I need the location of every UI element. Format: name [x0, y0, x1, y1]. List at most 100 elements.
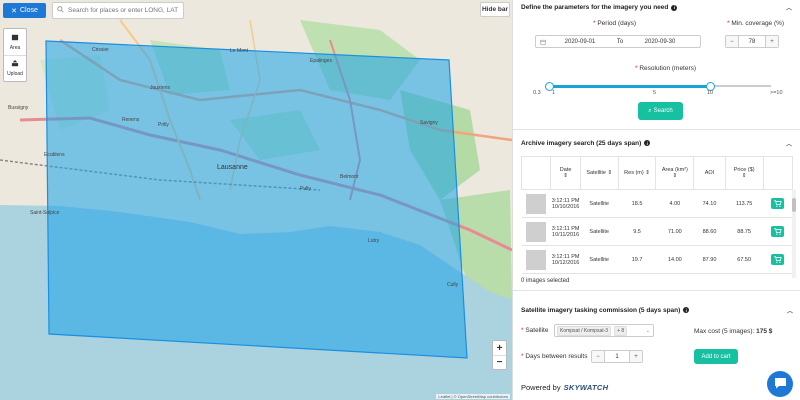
sort-icon[interactable]: ⇕ [607, 170, 612, 176]
max-cost-label: Max cost (5 images): [694, 328, 755, 335]
chevron-up-icon[interactable]: ︿ [786, 3, 792, 12]
add-to-cart-button[interactable] [771, 226, 785, 237]
close-icon: ✕ [11, 7, 17, 15]
row-area: 14.00 [655, 245, 694, 274]
chevron-up-icon[interactable]: ︿ [786, 139, 792, 148]
scrollbar-thumb[interactable] [792, 198, 796, 212]
selected-count: 0 images selected [521, 278, 570, 284]
sort-icon[interactable]: ⇕ [673, 173, 678, 179]
days-label: * Days between results [521, 353, 588, 360]
col-aoi-label: AOI [704, 170, 715, 176]
row-area: 4.00 [655, 189, 694, 218]
satellite-more-chip[interactable]: + 8 [614, 325, 628, 336]
search-icon: ⌕ [648, 107, 652, 114]
hide-bar-button[interactable]: Hide bar [480, 2, 510, 17]
search-input[interactable] [68, 7, 180, 14]
skywatch-logo[interactable]: SKYWATCH [564, 383, 609, 392]
area-tool-label: Area [9, 44, 21, 51]
side-panel: Define the parameters for the imagery yo… [512, 0, 800, 400]
satellite-chip[interactable]: Kompsat / Kompsat-3 [557, 325, 612, 336]
sort-icon[interactable]: ⇕ [742, 173, 747, 179]
col-area[interactable]: Area (km²) ⇕ [655, 156, 695, 190]
resolution-label: * Resolution (meters) [635, 65, 697, 72]
col-res[interactable]: Res (m) ⇕ [617, 156, 657, 190]
archive-header[interactable]: Archive imagery search (25 days span) i … [513, 130, 800, 156]
powered-by: Powered by SKYWATCH [521, 383, 608, 392]
upload-tool[interactable]: Upload [4, 55, 26, 81]
days-increment[interactable]: + [630, 351, 642, 362]
resolution-max: >=10 [770, 90, 783, 96]
chat-button[interactable] [767, 371, 793, 397]
tasking-header[interactable]: Satellite imagery tasking commission (5 … [513, 304, 800, 316]
zoom-control: + − [492, 340, 507, 370]
days-value[interactable]: 1 [604, 351, 630, 362]
date-range-picker[interactable]: 2020-09-01 To 2020-09-30 [535, 35, 701, 48]
info-icon[interactable]: i [671, 4, 678, 11]
thumbnail[interactable] [526, 193, 547, 214]
resolution-slider[interactable] [545, 81, 771, 91]
resolution-label-text: Resolution (meters) [639, 65, 697, 72]
row-price: 67.50 [725, 245, 764, 274]
table-scrollbar[interactable] [792, 190, 796, 278]
row-date: 3:12:11 PM 10/10/2016 [550, 189, 581, 218]
col-satellite[interactable]: Satellite ⇕ [579, 156, 619, 190]
row-res: 9.5 [618, 217, 656, 246]
map-attribution[interactable]: Leaflet | © OpenStreetMap contributors [436, 394, 510, 399]
table-row[interactable]: 3:12:11 PM 10/11/2016 Satellite 9.5 71.00… [521, 217, 793, 246]
chevron-down-icon[interactable]: ⌄ [646, 328, 650, 334]
date-to[interactable]: 2020-09-30 [630, 39, 690, 45]
row-price: 88.75 [725, 217, 764, 246]
thumbnail[interactable] [526, 221, 547, 242]
search-button-label: Search [653, 108, 673, 114]
days-label-text: Days between results [525, 353, 588, 360]
cart-icon [773, 228, 782, 235]
chat-icon [774, 377, 787, 391]
map-view[interactable]: Crissier Renens Prilly Lausanne Ecublens… [0, 0, 512, 400]
coverage-decrement[interactable]: − [726, 36, 738, 47]
col-aoi[interactable]: AOI [693, 156, 726, 190]
info-icon[interactable]: i [644, 140, 651, 146]
table-row[interactable]: 3:12:11 PM 10/10/2016 Satellite 18.5 4.00… [521, 189, 793, 218]
map-tiles[interactable] [0, 0, 512, 400]
col-thumb [520, 156, 552, 190]
table-row[interactable]: 3:12:11 PM 10/12/2016 Satellite 19.7 14.0… [521, 245, 793, 274]
row-res: 18.5 [618, 189, 656, 218]
add-to-cart-button[interactable]: Add to cart [694, 349, 738, 364]
draw-toolbar: Area Upload [3, 28, 27, 82]
chevron-up-icon[interactable]: ︿ [787, 306, 793, 315]
calendar-icon [536, 39, 550, 45]
parameters-title: Define the parameters for the imagery yo… [521, 4, 669, 11]
area-tool[interactable]: Area [4, 29, 26, 55]
thumbnail[interactable] [526, 249, 547, 270]
parameters-header[interactable]: Define the parameters for the imagery yo… [513, 0, 800, 12]
row-date: 3:12:11 PM 10/11/2016 [550, 217, 581, 246]
resolution-tick: 10 [707, 90, 714, 96]
coverage-value[interactable]: 78 [738, 36, 766, 47]
search-button[interactable]: ⌕ Search [638, 102, 683, 120]
close-button-label: Close [19, 7, 38, 14]
col-price[interactable]: Price ($) ⇕ [724, 156, 764, 190]
sort-icon[interactable]: ⇕ [645, 170, 650, 176]
coverage-increment[interactable]: + [766, 36, 778, 47]
col-date[interactable]: Date ⇕ [550, 156, 581, 190]
location-search[interactable] [52, 2, 184, 19]
period-label-text: Period (days) [597, 20, 636, 27]
satellite-select[interactable]: Kompsat / Kompsat-3 + 8 ⌄ [554, 324, 654, 337]
zoom-out-button[interactable]: − [493, 355, 506, 369]
days-decrement[interactable]: − [592, 351, 604, 362]
row-aoi: 87.90 [693, 245, 726, 274]
coverage-stepper[interactable]: − 78 + [725, 35, 779, 48]
add-to-cart-button[interactable] [771, 198, 785, 209]
zoom-in-button[interactable]: + [493, 341, 506, 355]
upload-tool-label: Upload [7, 71, 23, 77]
date-from[interactable]: 2020-09-01 [550, 39, 610, 45]
search-icon [57, 6, 64, 15]
days-stepper[interactable]: − 1 + [591, 350, 643, 363]
row-aoi: 74.10 [693, 189, 726, 218]
add-to-cart-button[interactable] [771, 254, 785, 265]
row-date-text: 10/12/2016 [551, 259, 580, 266]
archive-title: Archive imagery search (25 days span) [521, 139, 642, 147]
info-icon[interactable]: i [683, 307, 690, 313]
sort-icon[interactable]: ⇕ [563, 173, 568, 179]
close-button[interactable]: ✕ Close [3, 3, 46, 18]
